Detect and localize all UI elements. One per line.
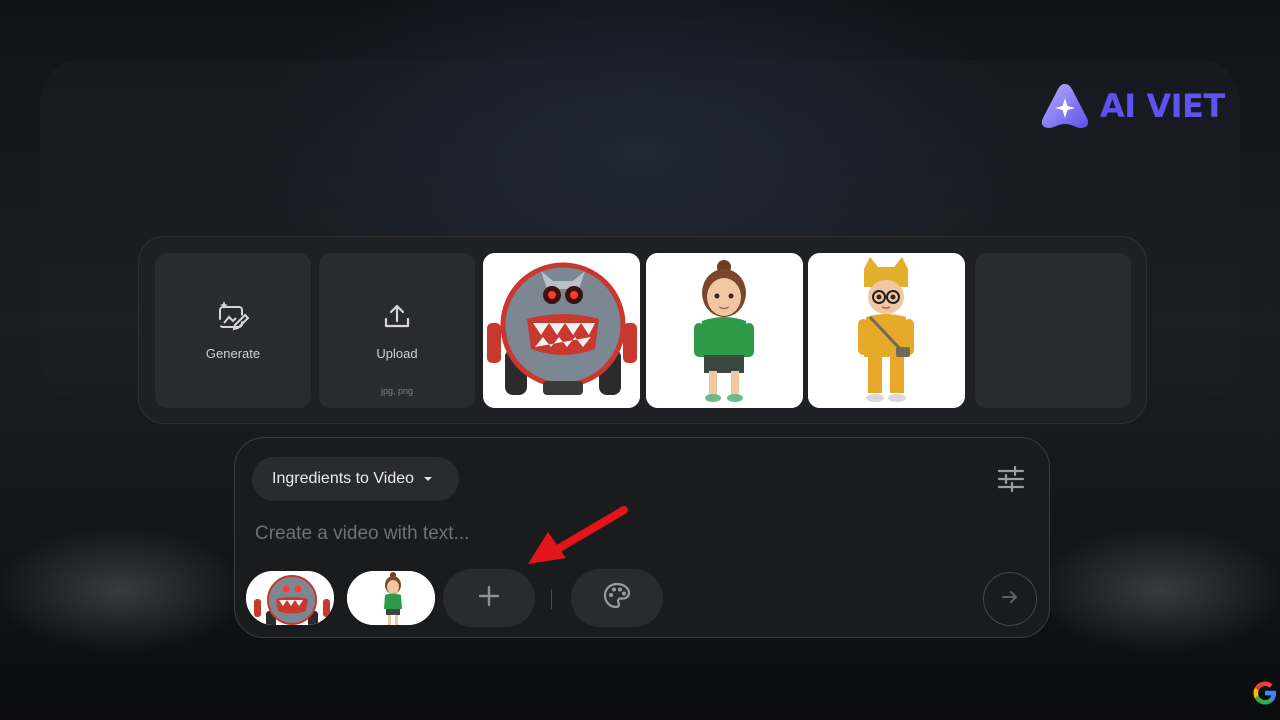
upload-tile[interactable]: Upload jpg, png [319,253,475,408]
add-ingredient-button[interactable] [443,569,535,627]
mode-label: Ingredients to Video [272,470,415,487]
send-button[interactable] [983,572,1037,626]
settings-button[interactable] [995,463,1027,495]
red-arrow-icon [520,500,632,575]
thumbnail-girl[interactable] [646,253,803,408]
upload-formats: jpg, png [380,386,414,396]
brand-name: AI VIET [1100,87,1225,125]
palette-icon [602,581,632,616]
caret-down-icon [424,477,433,481]
plus-icon [478,585,500,612]
ingredient-chip-robot[interactable] [244,569,336,627]
generate-label: Generate [205,345,261,361]
brand-logo: AI VIET [1040,82,1225,130]
thumbnail-robot[interactable] [483,253,640,408]
google-g-icon [1250,678,1280,713]
generate-tile[interactable]: Generate [155,253,311,408]
logo-mark-icon [1040,82,1090,130]
upload-icon [382,301,412,336]
ingredient-chip-girl[interactable] [345,569,437,627]
empty-tile [975,253,1131,408]
tune-sliders-icon [995,465,1027,499]
asset-tray: Generate Upload jpg, png [138,236,1147,424]
style-button[interactable] [571,569,663,627]
arrow-right-icon [1000,587,1020,612]
prompt-composer: Ingredients to Video [234,437,1050,638]
toolbar-divider [551,589,552,609]
upload-label: Upload [376,345,418,361]
image-sparkle-icon [216,300,250,336]
thumbnail-boy[interactable] [808,253,965,408]
mode-dropdown[interactable]: Ingredients to Video [252,457,459,501]
